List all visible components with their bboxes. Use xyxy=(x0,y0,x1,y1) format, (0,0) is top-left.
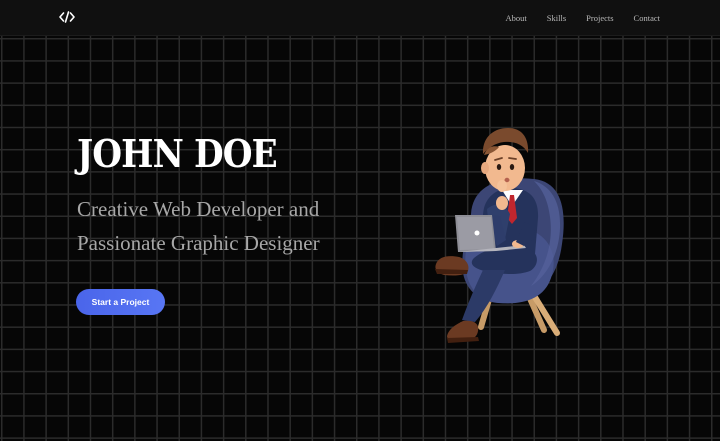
navbar: About Skills Projects Contact xyxy=(0,0,720,36)
hero-subtitle-line-2: Passionate Graphic Designer xyxy=(77,231,320,255)
nav-link-contact[interactable]: Contact xyxy=(634,12,660,24)
developer-illustration xyxy=(432,124,572,356)
nav-link-about[interactable]: About xyxy=(506,12,527,24)
hero-subtitle: Creative Web Developer and Passionate Gr… xyxy=(77,192,377,260)
nav-menu: About Skills Projects Contact xyxy=(506,12,660,24)
nav-link-skills[interactable]: Skills xyxy=(547,12,566,24)
code-brackets-icon[interactable] xyxy=(59,9,75,25)
hero-title: JOHN DOE xyxy=(77,131,278,176)
hero-subtitle-line-1: Creative Web Developer and xyxy=(77,197,320,221)
page: About Skills Projects Contact JOHN DOE C… xyxy=(0,0,720,441)
start-project-button[interactable]: Start a Project xyxy=(76,289,165,315)
nav-link-projects[interactable]: Projects xyxy=(586,12,613,24)
